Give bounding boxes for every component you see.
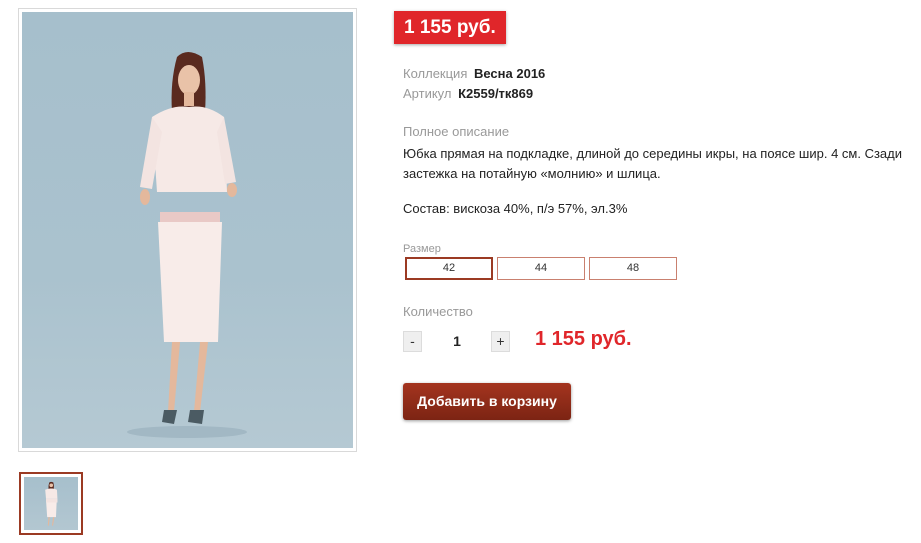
- product-main-image[interactable]: [18, 8, 357, 452]
- quantity-label: Количество: [403, 304, 473, 319]
- article-label: Артикул: [403, 86, 452, 101]
- size-option-44[interactable]: 44: [497, 257, 585, 280]
- product-photo: [22, 12, 353, 448]
- quantity-increase-button[interactable]: +: [491, 331, 510, 352]
- quantity-decrease-button[interactable]: -: [403, 331, 422, 352]
- description-text: Юбка прямая на подкладке, длиной до сере…: [403, 146, 903, 181]
- collection-row: Коллекция Весна 2016: [403, 66, 545, 81]
- total-price: 1 155 руб.: [535, 328, 632, 350]
- price-badge: 1 155 руб.: [394, 11, 506, 44]
- thumbnail-photo: [24, 477, 78, 530]
- collection-label: Коллекция: [403, 66, 468, 81]
- composition-text: Состав: вискоза 40%, п/э 57%, эл.3%: [403, 201, 628, 216]
- article-row: Артикул К2559/тк869: [403, 86, 533, 101]
- size-label: Размер: [403, 243, 441, 255]
- model-figure: [127, 52, 247, 438]
- add-to-cart-button[interactable]: Добавить в корзину: [403, 383, 571, 420]
- quantity-input[interactable]: 1: [430, 331, 484, 352]
- article-value: К2559/тк869: [458, 86, 534, 101]
- description-label: Полное описание: [403, 124, 510, 139]
- size-option-42[interactable]: 42: [405, 257, 493, 280]
- product-thumbnail[interactable]: [19, 472, 83, 535]
- size-option-48[interactable]: 48: [589, 257, 677, 280]
- size-options: 42 44 48: [405, 257, 677, 280]
- collection-value: Весна 2016: [473, 66, 546, 81]
- thumbnail-figure: [45, 481, 58, 526]
